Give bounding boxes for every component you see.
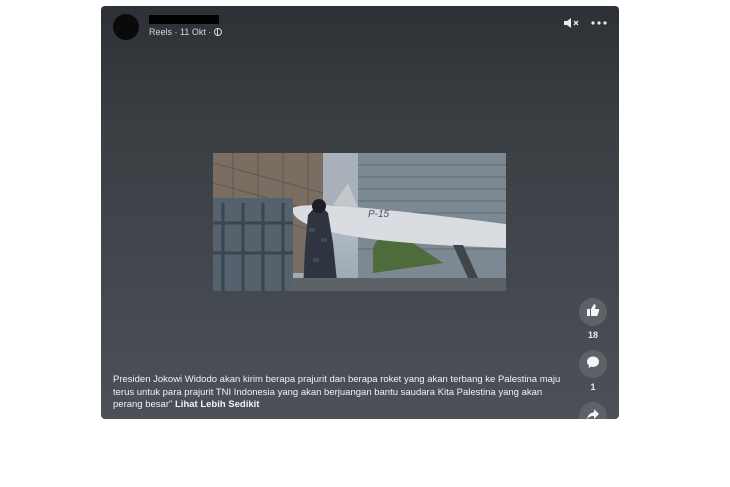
post-meta-text: Reels · 11 Okt · — [149, 27, 212, 37]
share-icon — [586, 407, 600, 419]
comment-count: 1 — [590, 382, 596, 392]
like-icon — [586, 303, 600, 322]
more-icon[interactable] — [591, 20, 607, 26]
reel-post: Reels · 11 Okt · P-15 18 1 Presiden Joko… — [101, 6, 619, 419]
post-caption: Presiden Jokowi Widodo akan kirim berapa… — [113, 374, 563, 412]
comment-button[interactable] — [579, 350, 607, 378]
post-meta: Reels · 11 Okt · — [149, 27, 223, 37]
globe-icon — [214, 28, 223, 36]
author-name-redacted[interactable] — [149, 15, 219, 24]
like-button[interactable] — [579, 298, 607, 326]
like-count: 18 — [587, 330, 598, 340]
see-less-link[interactable]: Lihat Lebih Sedikit — [175, 399, 259, 410]
share-button[interactable] — [579, 402, 607, 419]
speaker-muted-icon[interactable] — [563, 16, 579, 30]
comment-icon — [586, 355, 600, 374]
missile-label: P-15 — [368, 209, 390, 220]
avatar[interactable] — [113, 14, 139, 40]
video-player[interactable]: P-15 — [213, 153, 506, 291]
